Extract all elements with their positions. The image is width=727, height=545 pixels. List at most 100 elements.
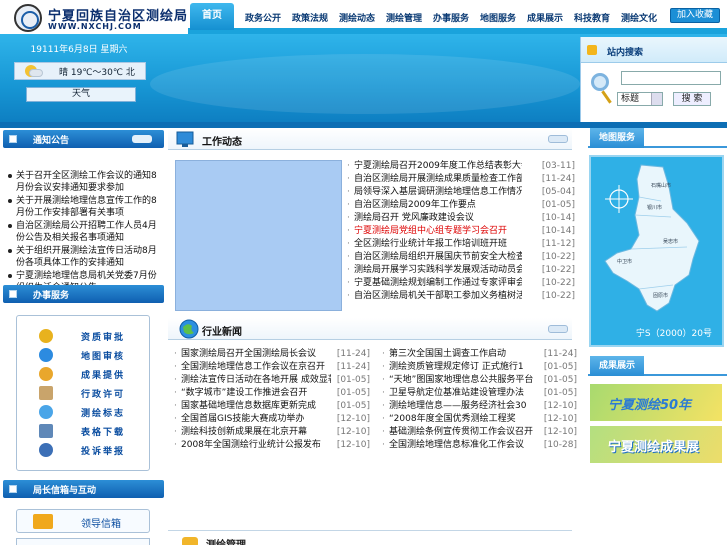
news-title[interactable]: 全国测绘地理信息工作会议在京召开 xyxy=(181,361,331,374)
nav-item-management[interactable]: 测绘管理 xyxy=(386,11,422,24)
search-button[interactable]: 搜 索 xyxy=(673,92,711,106)
add-favorite-button[interactable]: 加入收藏 xyxy=(670,8,720,23)
news-title[interactable]: 宁夏测绘局党组中心组专题学习会召开 xyxy=(354,225,522,238)
news-title[interactable]: 自治区测绘局机关干部职工参加义务植树活动 xyxy=(354,290,522,303)
work-news-item[interactable]: · 自治区测绘局组织开展国庆节前安全大检查 [10-22] xyxy=(345,251,575,264)
nav-item-news[interactable]: 测绘动态 xyxy=(339,11,375,24)
city-label: 银川市 xyxy=(647,204,662,211)
news-title[interactable]: 第三次全国国土调查工作启动 xyxy=(389,348,539,361)
industry-news-item[interactable]: · 全国测绘地理信息工作会议在京召开 [11-24] xyxy=(174,361,370,374)
news-title[interactable]: 卫星导航定位基准站建设管理办法 xyxy=(389,387,539,400)
more-button[interactable] xyxy=(548,135,568,143)
nav-item-regulations[interactable]: 政策法规 xyxy=(292,11,328,24)
news-title[interactable]: “2008年度全国优秀测绘工程奖 xyxy=(389,413,539,426)
notice-item[interactable]: 关于召开全区测绘工作会议的通知8月份会议安排通知要求参加 xyxy=(6,170,164,194)
work-news-item[interactable]: · 宁夏基础测绘规划编制工作通过专家评审会 [10-22] xyxy=(345,277,575,290)
news-title[interactable]: 基础测绘条例宣传贯彻工作会议召开 xyxy=(389,426,539,439)
news-title[interactable]: 自治区测绘局开展测绘成果质量检查工作部署 xyxy=(354,173,522,186)
news-title[interactable]: 全区测绘行业统计年报工作培训班开班 xyxy=(354,238,522,251)
nav-item-achievements[interactable]: 成果展示 xyxy=(527,11,563,24)
industry-news-item[interactable]: · 基础测绘条例宣传贯彻工作会议召开 [12-10] xyxy=(382,426,577,439)
service-item[interactable]: 行政许可 xyxy=(39,385,149,401)
work-news-item[interactable]: · 测绘局召开 党风廉政建设会议 [10-14] xyxy=(345,212,575,225)
service-item[interactable]: 投诉举报 xyxy=(39,442,149,458)
nav-item-services[interactable]: 办事服务 xyxy=(433,11,469,24)
news-title[interactable]: 测绘局开展学习实践科学发展观活动动员会 xyxy=(354,264,522,277)
ningxia-map: 石嘴山市 银川市 吴忠市 中卫市 固原市 xyxy=(604,164,700,312)
service-item[interactable]: 成果提供 xyxy=(39,366,149,382)
work-news-item[interactable]: · 自治区测绘局2009年工作要点 [01-05] xyxy=(345,199,575,212)
industry-news-item[interactable]: · 2008年全国测绘行业统计公报发布 [12-10] xyxy=(174,439,370,452)
notice-item[interactable]: 关于组织开展测绘法宣传日活动8月份各项具体工作的安排通知 xyxy=(6,245,164,269)
news-title[interactable]: 测绘科技创新成果展在北京开幕 xyxy=(181,426,331,439)
achievement-tab[interactable]: 成果展示 xyxy=(590,356,644,376)
search-input[interactable] xyxy=(621,71,721,85)
industry-news-item[interactable]: · 测绘科技创新成果展在北京开幕 [12-10] xyxy=(174,426,370,439)
work-news-item[interactable]: · 局领导深入基层调研测绘地理信息工作情况 [05-04] xyxy=(345,186,575,199)
site-logo[interactable]: 宁夏回族自治区测绘局 WWW.NXCHJ.COM xyxy=(12,3,187,33)
industry-news-item[interactable]: · 全国测绘地理信息标准化工作会议 [10-28] xyxy=(382,439,577,452)
work-news-item[interactable]: · 自治区测绘局开展测绘成果质量检查工作部署 [11-24] xyxy=(345,173,575,186)
leader-mailbox-button[interactable]: 领导信箱 xyxy=(16,509,150,533)
news-title[interactable]: 自治区测绘局组织开展国庆节前安全大检查 xyxy=(354,251,522,264)
work-news-image[interactable] xyxy=(175,160,342,311)
nav-item-gov-affairs[interactable]: 政务公开 xyxy=(245,11,281,24)
notice-item[interactable]: 自治区测绘局公开招聘工作人员4月份公告及相关报名事项通知 xyxy=(6,220,164,244)
news-date: [12-10] xyxy=(336,427,370,437)
work-news-item[interactable]: · 自治区测绘局机关干部职工参加义务植树活动 [10-22] xyxy=(345,290,575,303)
industry-news-item[interactable]: · 测绘法宣传日活动在各地开展 成效显著 [01-05] xyxy=(174,374,370,387)
industry-news-item[interactable]: · 卫星导航定位基准站建设管理办法 [01-05] xyxy=(382,387,577,400)
industry-news-item[interactable]: · “数字城市”建设工作推进会召开 [01-05] xyxy=(174,387,370,400)
nav-item-home[interactable]: 首页 xyxy=(190,3,234,30)
weather-button[interactable]: 天气 xyxy=(26,87,136,102)
news-title[interactable]: “天地”图国家地理信息公共服务平台 xyxy=(389,374,539,387)
search-type-select[interactable]: 标题 xyxy=(617,92,663,106)
news-title[interactable]: 测绘地理信息——服务经济社会30 xyxy=(389,400,539,413)
bullet-icon: · xyxy=(382,401,385,411)
news-title[interactable]: “数字城市”建设工作推进会召开 xyxy=(181,387,331,400)
news-title[interactable]: 全国测绘地理信息标准化工作会议 xyxy=(389,439,539,452)
service-item[interactable]: 测绘标志 xyxy=(39,404,149,420)
news-title[interactable]: 全国首届GIS技能大赛成功举办 xyxy=(181,413,331,426)
nav-item-culture[interactable]: 测绘文化 xyxy=(621,11,657,24)
notice-item[interactable]: 关于开展测绘地理信息宣传工作的8月份工作安排部署有关事项 xyxy=(6,195,164,219)
network-icon xyxy=(39,405,53,419)
city-label: 石嘴山市 xyxy=(651,182,671,189)
service-item[interactable]: 地图审核 xyxy=(39,347,149,363)
news-title[interactable]: 测绘法宣传日活动在各地开展 成效显著 xyxy=(181,374,331,387)
news-title[interactable]: 国家基础地理信息数据库更新完成 xyxy=(181,400,331,413)
more-button[interactable] xyxy=(548,325,568,333)
map-thumbnail[interactable]: 石嘴山市 银川市 吴忠市 中卫市 固原市 宁S（2000）20号 xyxy=(589,155,724,347)
more-button[interactable] xyxy=(132,135,152,143)
service-panel: 资质审批 地图审核 成果提供 行政许可 测绘标志 表格下载 投诉举报 xyxy=(16,315,150,471)
news-title[interactable]: 局领导深入基层调研测绘地理信息工作情况 xyxy=(354,186,522,199)
achievement-exhibition-banner[interactable]: 宁夏测绘成果展 xyxy=(590,426,722,463)
industry-news-item[interactable]: · “天地”图国家地理信息公共服务平台 [01-05] xyxy=(382,374,577,387)
industry-news-item[interactable]: · “2008年度全国优秀测绘工程奖 [12-10] xyxy=(382,413,577,426)
industry-news-item[interactable]: · 测绘资质管理规定修订 正式施行1 [01-05] xyxy=(382,361,577,374)
industry-news-item[interactable]: · 测绘地理信息——服务经济社会30 [12-10] xyxy=(382,400,577,413)
industry-news-item[interactable]: · 国家基础地理信息数据库更新完成 [01-05] xyxy=(174,400,370,413)
mailbox-button-2[interactable] xyxy=(16,538,150,545)
industry-news-item[interactable]: · 第三次全国国土调查工作启动 [11-24] xyxy=(382,348,577,361)
work-news-item[interactable]: · 宁夏测绘局召开2009年度工作总结表彰大会 [03-11] xyxy=(345,160,575,173)
nav-item-map[interactable]: 地图服务 xyxy=(480,11,516,24)
news-title[interactable]: 自治区测绘局2009年工作要点 xyxy=(354,199,522,212)
industry-news-item[interactable]: · 国家测绘局召开全国测绘局长会议 [11-24] xyxy=(174,348,370,361)
service-item[interactable]: 表格下载 xyxy=(39,423,149,439)
map-service-tab[interactable]: 地图服务 xyxy=(590,128,644,148)
work-news-item[interactable]: · 测绘局开展学习实践科学发展观活动动员会 [10-22] xyxy=(345,264,575,277)
work-news-item[interactable]: · 宁夏测绘局党组中心组专题学习会召开 [10-14] xyxy=(345,225,575,238)
work-news-list: · 宁夏测绘局召开2009年度工作总结表彰大会 [03-11] · 自治区测绘局开展测绘… xyxy=(345,160,575,303)
nav-item-education[interactable]: 科技教育 xyxy=(574,11,610,24)
anniversary-banner[interactable]: 宁夏测绘50年 xyxy=(590,384,722,421)
news-title[interactable]: 测绘局召开 党风廉政建设会议 xyxy=(354,212,522,225)
service-item[interactable]: 资质审批 xyxy=(39,328,149,344)
news-title[interactable]: 宁夏基础测绘规划编制工作通过专家评审会 xyxy=(354,277,522,290)
industry-news-item[interactable]: · 全国首届GIS技能大赛成功举办 [12-10] xyxy=(174,413,370,426)
news-title[interactable]: 国家测绘局召开全国测绘局长会议 xyxy=(181,348,331,361)
news-title[interactable]: 测绘资质管理规定修订 正式施行1 xyxy=(389,361,539,374)
news-title[interactable]: 宁夏测绘局召开2009年度工作总结表彰大会 xyxy=(354,160,522,173)
work-news-item[interactable]: · 全区测绘行业统计年报工作培训班开班 [11-12] xyxy=(345,238,575,251)
news-title[interactable]: 2008年全国测绘行业统计公报发布 xyxy=(181,439,331,452)
